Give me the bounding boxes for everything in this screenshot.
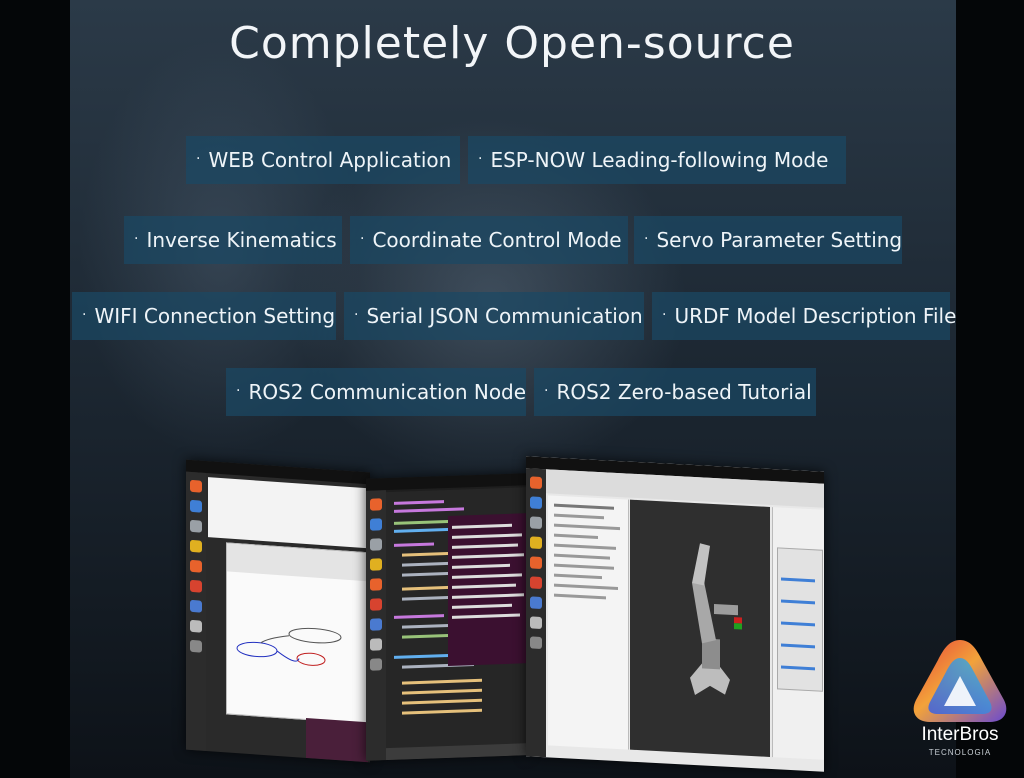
app-dock	[366, 490, 386, 761]
feature-label: URDF Model Description File	[674, 304, 957, 328]
feature-label: Servo Parameter Setting	[656, 228, 903, 252]
left-border	[0, 0, 70, 778]
robot-arm-model	[690, 543, 742, 696]
bullet-icon: ·	[134, 231, 139, 247]
feature-label: ROS2 Communication Node	[248, 380, 527, 404]
terminal-pane	[448, 513, 528, 666]
feature-tag: · URDF Model Description File	[652, 292, 956, 340]
feature-label: Inverse Kinematics	[146, 228, 337, 252]
feature-tag: · Servo Parameter Setting	[634, 216, 902, 264]
feature-label: ESP-NOW Leading-following Mode	[490, 148, 829, 172]
bullet-icon: ·	[478, 151, 483, 167]
bullet-icon: ·	[236, 383, 241, 399]
feature-tag: · WEB Control Application	[186, 136, 460, 184]
feature-tag: · ESP-NOW Leading-following Mode	[468, 136, 846, 184]
bullet-icon: ·	[360, 231, 365, 247]
feature-tag: · WIFI Connection Setting	[72, 292, 336, 340]
bullet-icon: ·	[82, 307, 87, 323]
feature-label: WEB Control Application	[208, 148, 452, 172]
feature-tag: · ROS2 Zero-based Tutorial	[534, 368, 816, 416]
screenshot-3d-viewer	[526, 456, 824, 772]
feature-tag: · Serial JSON Communication	[344, 292, 644, 340]
feature-label: WIFI Connection Setting	[94, 304, 336, 328]
feature-tag: · Coordinate Control Mode	[350, 216, 628, 264]
screenshot-code-editor	[366, 473, 528, 761]
page-title: Completely Open-source	[229, 18, 795, 69]
terminal-window	[208, 477, 368, 549]
graph-window	[226, 542, 370, 725]
screenshot-node-graph	[186, 459, 370, 763]
brand-tagline: TECNOLOGIA	[928, 748, 992, 757]
bullet-icon: ·	[662, 307, 667, 323]
graph-diagram	[227, 543, 369, 666]
feature-label: Serial JSON Communication	[366, 304, 643, 328]
bullet-icon: ·	[544, 383, 549, 399]
feature-label: ROS2 Zero-based Tutorial	[556, 380, 812, 404]
feature-tag: · ROS2 Communication Node	[226, 368, 526, 416]
app-dock	[186, 471, 206, 751]
bullet-icon: ·	[196, 151, 201, 167]
feature-label: Coordinate Control Mode	[372, 228, 622, 252]
brand-name: InterBros	[921, 724, 999, 745]
3d-viewport	[630, 499, 770, 757]
feature-tag: · Inverse Kinematics	[124, 216, 342, 264]
dark-panel	[306, 717, 368, 763]
joint-state-panel	[772, 507, 824, 760]
bullet-icon: ·	[354, 307, 359, 323]
app-dock	[526, 468, 546, 758]
displays-panel	[548, 495, 629, 750]
bullet-icon: ·	[644, 231, 649, 247]
